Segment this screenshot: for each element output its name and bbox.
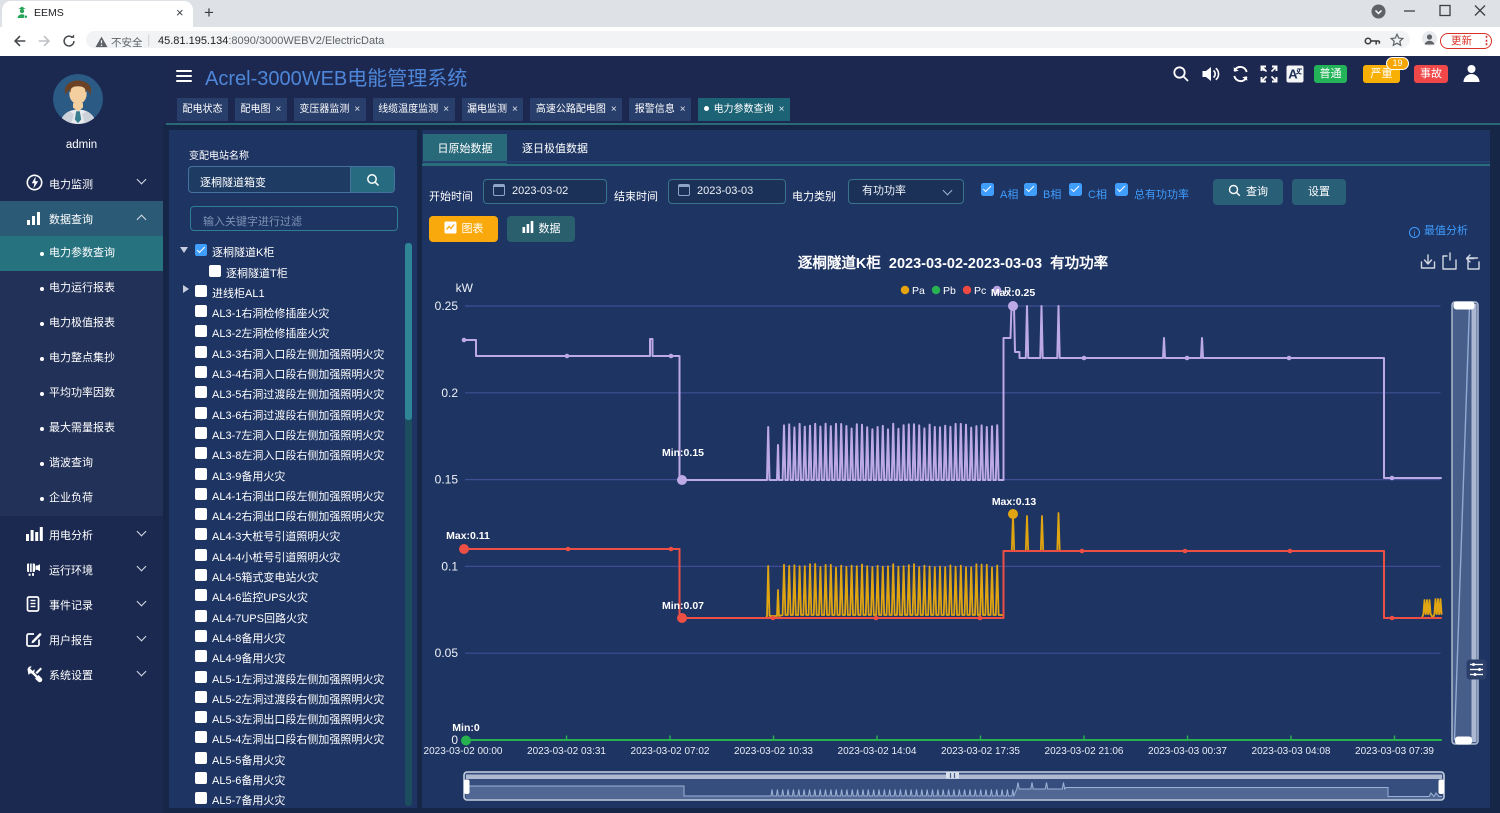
svg-text:2023-03-02 03:31: 2023-03-02 03:31 <box>527 746 606 757</box>
svg-text:Max:0.11: Max:0.11 <box>446 530 490 542</box>
svg-text:0.05: 0.05 <box>435 646 459 660</box>
svg-text:Max:0.13: Max:0.13 <box>992 496 1037 508</box>
svg-text:0: 0 <box>451 733 458 747</box>
svg-text:Min:0.15: Min:0.15 <box>662 447 704 459</box>
svg-text:Pc: Pc <box>974 285 986 297</box>
svg-text:Pa: Pa <box>912 285 925 297</box>
svg-text:2023-03-02 07:02: 2023-03-02 07:02 <box>631 746 710 757</box>
svg-text:2023-03-02 10:33: 2023-03-02 10:33 <box>734 746 813 757</box>
svg-text:Min:0: Min:0 <box>452 722 480 734</box>
svg-text:2023-03-03 00:37: 2023-03-03 00:37 <box>1148 746 1227 757</box>
svg-text:2023-03-03 07:39: 2023-03-03 07:39 <box>1355 746 1434 757</box>
svg-text:0.1: 0.1 <box>441 559 458 573</box>
svg-text:2023-03-02 14:04: 2023-03-02 14:04 <box>838 746 917 757</box>
svg-text:Max:0.25: Max:0.25 <box>991 287 1036 299</box>
svg-text:Min:0.07: Min:0.07 <box>662 600 704 612</box>
svg-text:2023-03-02 21:06: 2023-03-02 21:06 <box>1045 746 1124 757</box>
svg-text:kW: kW <box>456 281 474 295</box>
svg-text:2023-03-02 00:00: 2023-03-02 00:00 <box>424 746 503 757</box>
svg-text:逐桐隧道K柜 2023-03-02-2023-03-03: 逐桐隧道K柜 2023-03-02-2023-03-03 有功功率 <box>798 254 1109 272</box>
svg-text:0.15: 0.15 <box>435 473 459 487</box>
svg-text:0.25: 0.25 <box>435 299 459 313</box>
svg-text:2023-03-02 17:35: 2023-03-02 17:35 <box>941 746 1020 757</box>
svg-text:2023-03-03 04:08: 2023-03-03 04:08 <box>1252 746 1331 757</box>
svg-text:Pb: Pb <box>943 285 956 297</box>
svg-text:0.2: 0.2 <box>441 386 458 400</box>
